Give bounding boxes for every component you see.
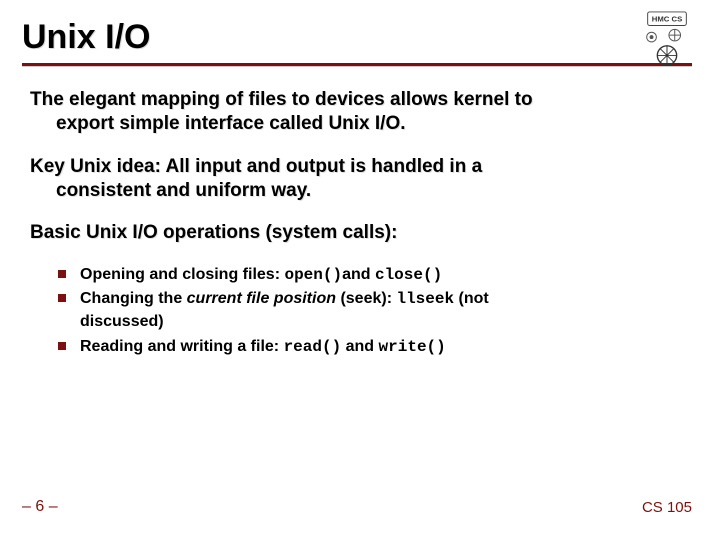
bullet-list: Opening and closing files: open()and clo… — [22, 264, 692, 359]
b1-text-mid: and — [342, 266, 375, 283]
b1-code-open: open() — [284, 266, 342, 284]
para1-line1: The elegant mapping of files to devices … — [30, 89, 533, 110]
b1-code-close: close() — [375, 266, 442, 284]
b2-emph: current file position — [187, 290, 336, 307]
b2-text-post: (not — [454, 290, 489, 307]
bullet-2: Changing the current file position (seek… — [80, 288, 692, 333]
para1-line2: export simple interface called Unix I/O. — [30, 112, 692, 136]
para2-line2: consistent and uniform way. — [30, 179, 692, 203]
paragraph-3: Basic Unix I/O operations (system calls)… — [22, 221, 692, 245]
hmc-cs-logo: HMC CS — [638, 10, 696, 68]
slide-title: Unix I/O — [22, 18, 692, 57]
b2-text-pre: Changing the — [80, 290, 187, 307]
paragraph-1: The elegant mapping of files to devices … — [22, 88, 692, 137]
b3-text-pre: Reading and writing a file: — [80, 338, 284, 355]
page-number: – 6 – — [22, 498, 58, 516]
b2-cont: discussed) — [80, 313, 164, 330]
b2-code: llseek — [396, 290, 454, 308]
logo-text: HMC CS — [652, 15, 682, 24]
bullet-3: Reading and writing a file: read() and w… — [80, 336, 692, 359]
b3-text-mid: and — [341, 338, 378, 355]
b1-text-pre: Opening and closing files: — [80, 266, 284, 283]
slide: HMC CS Unix I/O The elegant mapping of f… — [0, 0, 720, 540]
title-underline — [22, 63, 692, 66]
b3-code-write: write() — [379, 338, 446, 356]
para2-line1: Key Unix idea: All input and output is h… — [30, 156, 482, 177]
b3-code-read: read() — [284, 338, 342, 356]
b2-text-mid: (seek): — [336, 290, 396, 307]
course-label: CS 105 — [642, 499, 692, 516]
paragraph-2: Key Unix idea: All input and output is h… — [22, 155, 692, 204]
bullet-1: Opening and closing files: open()and clo… — [80, 264, 692, 287]
